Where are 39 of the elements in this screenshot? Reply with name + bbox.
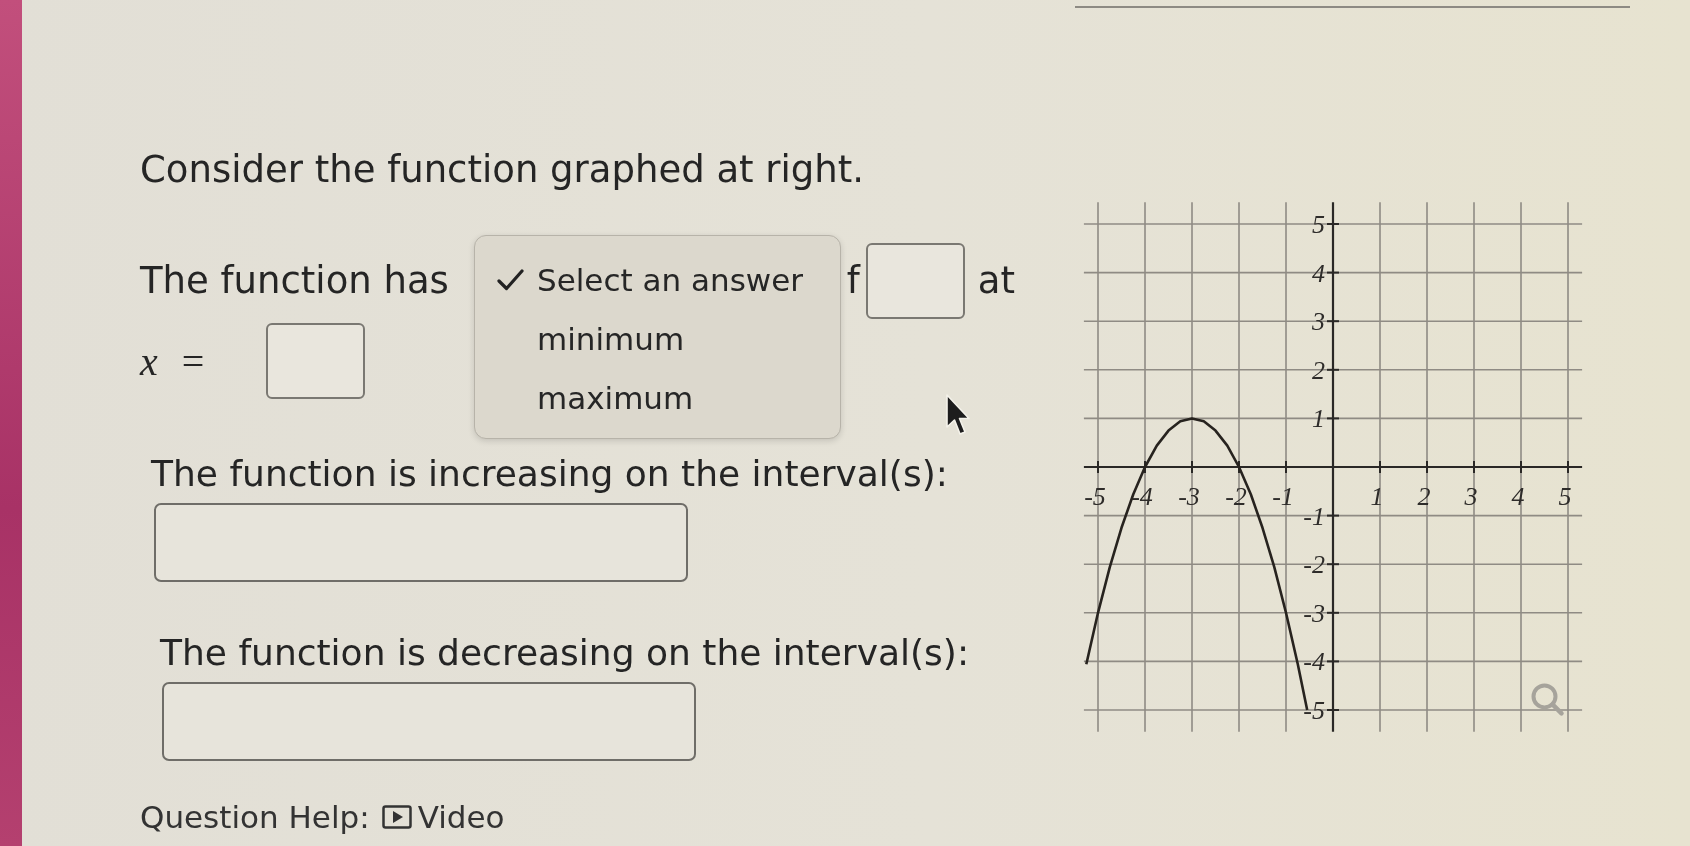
- sentence-text: The function has: [140, 259, 449, 303]
- x-tick-label: 2: [1417, 482, 1431, 511]
- sentence-text: at: [977, 259, 1015, 303]
- video-link[interactable]: Video: [381, 799, 505, 835]
- answer-box[interactable]: [266, 323, 365, 399]
- x-tick-label: 3: [1464, 482, 1478, 511]
- help-label: Question Help:: [140, 799, 370, 835]
- y-tick-label: 3: [1312, 307, 1325, 337]
- intro-text: Consider the function graphed at right.: [140, 148, 866, 192]
- x-tick-label: 5: [1558, 482, 1572, 511]
- x-tick-label: -1: [1272, 482, 1294, 511]
- y-tick-label: -1: [1303, 501, 1325, 531]
- menu-option[interactable]: Select an answer: [497, 250, 840, 309]
- x-tick-label: -4: [1131, 482, 1153, 511]
- answer-box[interactable]: [154, 503, 688, 582]
- prompt-text: The function is decreasing on the interval(s):: [160, 631, 970, 675]
- menu-option[interactable]: maximum: [497, 368, 840, 427]
- menu-option[interactable]: minimum: [497, 309, 840, 368]
- x-tick-label: 1: [1370, 482, 1384, 511]
- y-tick-label: 5: [1312, 210, 1325, 239]
- y-tick-label: -5: [1303, 696, 1325, 725]
- x-tick-label: -2: [1225, 482, 1247, 511]
- play-icon: [381, 805, 412, 829]
- cursor-icon: [945, 393, 971, 437]
- y-tick-label: 4: [1312, 258, 1325, 288]
- y-tick-label: -3: [1303, 598, 1325, 628]
- math-label: x =: [140, 337, 206, 385]
- y-tick-label: -4: [1303, 647, 1325, 677]
- y-tick-label: 2: [1312, 355, 1325, 385]
- answer-box[interactable]: [865, 243, 965, 319]
- y-tick-label: -2: [1303, 550, 1325, 580]
- sentence-text: f: [846, 259, 860, 303]
- prompt-text: The function is increasing on the interval(s):: [151, 452, 949, 496]
- answer-box[interactable]: [162, 682, 696, 761]
- x-tick-label: -3: [1178, 482, 1200, 511]
- x-tick-label: 4: [1511, 482, 1525, 511]
- y-tick-label: 1: [1312, 404, 1325, 434]
- magnifier-icon[interactable]: [1531, 683, 1564, 716]
- x-tick-label: -5: [1084, 482, 1106, 511]
